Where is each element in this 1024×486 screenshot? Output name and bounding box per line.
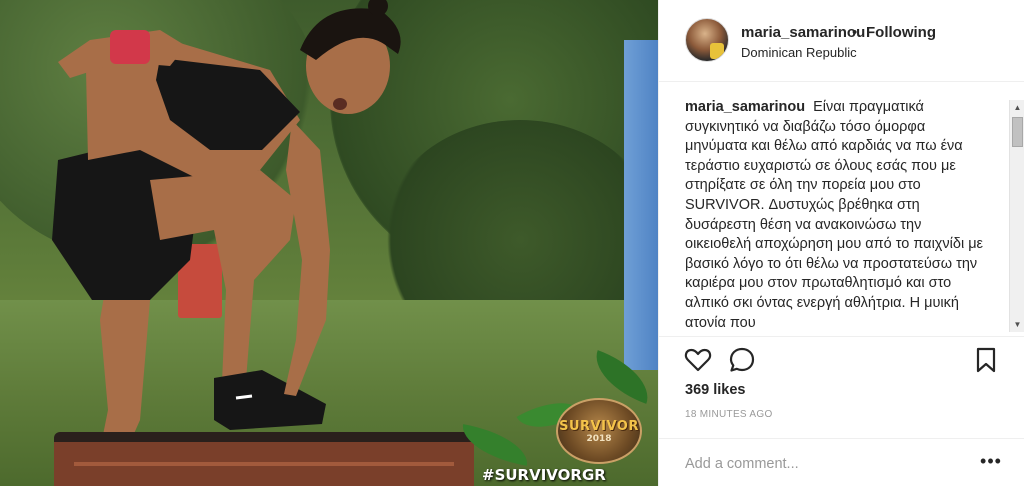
avatar[interactable] (685, 18, 729, 62)
logo-word: SURVIVOR (559, 418, 639, 434)
scroll-up-icon[interactable]: ▲ (1010, 100, 1024, 115)
caption-scroll-area[interactable]: maria_samarinou Είναι πραγματικά συγκινη… (685, 98, 1005, 330)
comment-form: ••• (659, 438, 1024, 486)
separator-dot: • (852, 24, 858, 41)
comment-icon[interactable] (727, 345, 757, 375)
more-options-icon[interactable]: ••• (979, 452, 1003, 473)
survivor-logo: SURVIVOR 2018 (556, 398, 642, 464)
post-caption: maria_samarinou Είναι πραγματικά συγκινη… (685, 98, 989, 330)
scroll-down-icon[interactable]: ▼ (1010, 317, 1024, 332)
obstacle-platform (54, 432, 474, 486)
caption-scrollbar[interactable]: ▲ ▼ (1009, 100, 1024, 332)
likes-count[interactable]: 369 likes (685, 382, 745, 398)
photo-hashtag: #SURVIVORGR (482, 466, 606, 484)
logo-year: 2018 (586, 433, 612, 444)
post-photo[interactable]: SURVIVOR 2018 #SURVIVORGR (0, 0, 658, 486)
bookmark-icon[interactable] (971, 345, 1001, 375)
scroll-thumb[interactable] (1012, 117, 1023, 147)
action-bar (659, 336, 1024, 380)
comment-input[interactable] (685, 453, 955, 475)
post-header: maria_samarinou • Following Dominican Re… (659, 0, 1024, 82)
caption-text: Είναι πραγματικά συγκινητικό να διαβάζω … (685, 99, 984, 330)
location-link[interactable]: Dominican Republic (741, 45, 857, 60)
post-timestamp[interactable]: 18 MINUTES AGO (685, 409, 773, 420)
header-username[interactable]: maria_samarinou (741, 24, 865, 41)
heart-icon[interactable] (683, 345, 713, 375)
caption-username[interactable]: maria_samarinou (685, 99, 805, 115)
post-details-panel: maria_samarinou • Following Dominican Re… (658, 0, 1024, 486)
following-button[interactable]: Following (866, 24, 936, 41)
